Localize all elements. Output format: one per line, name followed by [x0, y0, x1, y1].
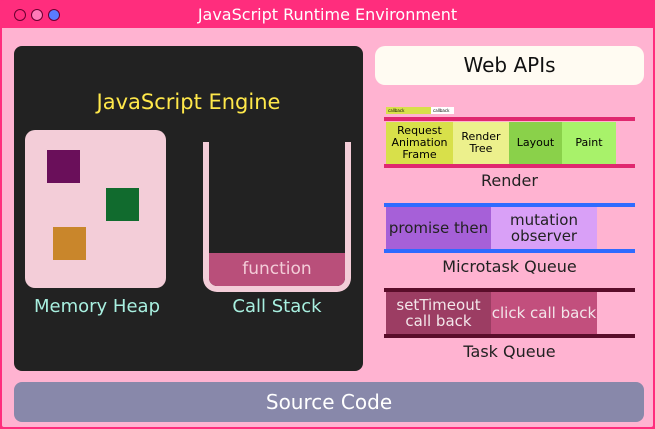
memory-heap-label: Memory Heap [34, 296, 160, 317]
task-queue-label: Task Queue [463, 342, 556, 361]
title-bar: JavaScript Runtime Environment [2, 2, 653, 28]
render-step-paint: Paint [562, 122, 616, 164]
call-stack-frame: function [209, 253, 345, 286]
render-label: Render [481, 171, 538, 190]
microtask-queue-label: Microtask Queue [442, 257, 577, 276]
task-settimeout-callback: setTimeout call back [386, 292, 491, 334]
source-code-bar: Source Code [14, 382, 644, 422]
call-stack-label: Call Stack [232, 296, 322, 317]
engine-title: JavaScript Engine [96, 90, 281, 114]
render-queue-top-line [384, 117, 635, 121]
task-queue-bottom-line [384, 334, 635, 338]
microtask-queue-bottom-line [384, 249, 635, 253]
runtime-window: JavaScript Runtime Environment JavaScrip… [0, 0, 655, 429]
microtask-promise-then: promise then [386, 207, 491, 249]
web-api-tag: callback [386, 107, 431, 114]
call-stack: function [203, 142, 351, 292]
render-step-request-animation-frame: Request Animation Frame [386, 122, 453, 164]
task-click-callback: click call back [491, 292, 597, 334]
render-queue-bottom-line [384, 164, 635, 168]
memory-heap [25, 130, 166, 288]
microtask-mutation-observer: mutation observer [491, 207, 597, 249]
web-apis-header: Web APIs [375, 46, 644, 85]
heap-object-green [106, 188, 139, 221]
web-api-tag: callback [431, 107, 454, 114]
javascript-engine-panel: JavaScript Engine Memory Heap function C… [14, 46, 363, 371]
heap-object-purple [47, 150, 80, 183]
heap-object-orange [53, 227, 86, 260]
render-step-render-tree: Render Tree [453, 122, 509, 164]
render-step-layout: Layout [509, 122, 562, 164]
window-title: JavaScript Runtime Environment [197, 5, 458, 24]
